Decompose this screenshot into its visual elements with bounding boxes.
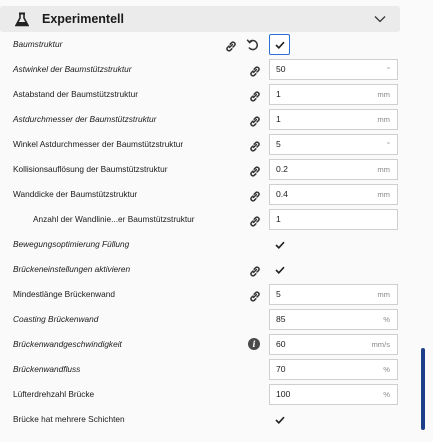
setting-unit: % xyxy=(383,365,390,374)
setting-label: Brückenwandgeschwindigkeit xyxy=(13,339,122,349)
setting-row-4[interactable]: Winkel Astdurchmesser der Baumstützstruk… xyxy=(0,132,405,157)
setting-label: Astwinkel der Baumstützstruktur xyxy=(13,64,132,74)
link-icon[interactable] xyxy=(249,164,261,177)
link-icon[interactable] xyxy=(249,214,261,227)
link-icon[interactable] xyxy=(249,189,261,202)
setting-row-7[interactable]: Anzahl der Wandlinie...er Baumstützstruk… xyxy=(0,207,405,232)
setting-row-1[interactable]: Astwinkel der Baumstützstruktur 50 ° xyxy=(0,57,405,82)
link-icon[interactable] xyxy=(249,264,261,277)
flask-icon xyxy=(15,12,29,27)
setting-label: Winkel Astdurchmesser der Baumstützstruk… xyxy=(13,139,184,149)
setting-row-15[interactable]: Brücke hat mehrere Schichten xyxy=(0,407,405,432)
link-icon[interactable] xyxy=(249,114,261,127)
setting-value: 5 xyxy=(276,139,281,149)
link-icon[interactable] xyxy=(249,64,261,77)
link-icon[interactable] xyxy=(249,289,261,302)
section-header-experimentell[interactable]: Experimentell xyxy=(0,6,400,32)
setting-unit: ° xyxy=(386,140,390,149)
setting-value-field[interactable]: 5 ° xyxy=(269,134,398,155)
setting-unit: mm xyxy=(377,190,390,199)
setting-label: Bewegungsoptimierung Füllung xyxy=(13,239,130,249)
setting-checkbox[interactable] xyxy=(269,259,290,280)
setting-row-8[interactable]: Bewegungsoptimierung Füllung xyxy=(0,232,405,257)
setting-label: Coasting Brückenwand xyxy=(13,314,99,324)
setting-value-field[interactable]: 1 xyxy=(269,209,398,230)
setting-unit: % xyxy=(383,315,390,324)
setting-label: Wanddicke der Baumstützstruktur xyxy=(13,189,138,199)
setting-value: 1 xyxy=(276,214,281,224)
setting-row-2[interactable]: Astabstand der Baumstützstruktur 1 mm xyxy=(0,82,405,107)
setting-unit: mm/s xyxy=(371,340,390,349)
setting-value-field[interactable]: 1 mm xyxy=(269,109,398,130)
setting-value-field[interactable]: 60 mm/s xyxy=(269,334,398,355)
setting-value-field[interactable]: 1 mm xyxy=(269,84,398,105)
chevron-down-icon[interactable] xyxy=(374,15,386,23)
info-icon[interactable]: i xyxy=(248,338,260,350)
setting-row-11[interactable]: Coasting Brückenwand 85% xyxy=(0,307,405,332)
setting-unit: ° xyxy=(386,65,390,74)
setting-value-field[interactable]: 0.4 mm xyxy=(269,184,398,205)
setting-label: Brückenwandfluss xyxy=(13,364,81,374)
setting-label: Anzahl der Wandlinie...er Baumstützstruk… xyxy=(33,214,195,224)
setting-row-6[interactable]: Wanddicke der Baumstützstruktur 0.4 mm xyxy=(0,182,405,207)
setting-label: Baumstruktur xyxy=(13,39,63,49)
setting-value: 60 xyxy=(276,339,286,349)
link-icon[interactable] xyxy=(249,139,261,152)
setting-value: 100 xyxy=(276,389,291,399)
setting-checkbox[interactable] xyxy=(269,234,290,255)
setting-value: 1 xyxy=(276,114,281,124)
setting-label: Astabstand der Baumstützstruktur xyxy=(13,89,138,99)
setting-row-10[interactable]: Mindestlänge Brückenwand 5 mm xyxy=(0,282,405,307)
setting-value-field[interactable]: 100% xyxy=(269,384,398,405)
setting-label: Lüfterdrehzahl Brücke xyxy=(13,389,95,399)
setting-checkbox[interactable] xyxy=(269,409,290,430)
setting-row-13[interactable]: Brückenwandfluss 70% xyxy=(0,357,405,382)
setting-row-14[interactable]: Lüfterdrehzahl Brücke 100% xyxy=(0,382,405,407)
setting-unit: mm xyxy=(377,165,390,174)
setting-label: Mindestlänge Brückenwand xyxy=(13,289,115,299)
scrollbar-thumb[interactable] xyxy=(421,348,425,430)
setting-label: Astdurchmesser der Baumstützstruktur xyxy=(13,114,157,124)
setting-value-field[interactable]: 0.2 mm xyxy=(269,159,398,180)
setting-value: 1 xyxy=(276,89,281,99)
setting-row-3[interactable]: Astdurchmesser der Baumstützstruktur 1 mm xyxy=(0,107,405,132)
setting-row-5[interactable]: Kollisionsauflösung der Baumstützstruktu… xyxy=(0,157,405,182)
link-icon[interactable] xyxy=(225,39,237,52)
setting-value-field[interactable]: 85% xyxy=(269,309,398,330)
setting-label: Brückeneinstellungen aktivieren xyxy=(13,264,131,274)
section-title: Experimentell xyxy=(42,12,124,26)
setting-value: 85 xyxy=(276,314,286,324)
setting-value-field[interactable]: 50 ° xyxy=(269,59,398,80)
setting-label: Brücke hat mehrere Schichten xyxy=(13,414,125,424)
reset-icon[interactable] xyxy=(246,38,259,51)
setting-value: 0.2 xyxy=(276,164,288,174)
setting-unit: mm xyxy=(377,290,390,299)
setting-row-12[interactable]: Brückenwandgeschwindigkeit i 60 mm/s xyxy=(0,332,405,357)
setting-unit: mm xyxy=(377,115,390,124)
setting-value-field[interactable]: 70% xyxy=(269,359,398,380)
setting-label: Kollisionsauflösung der Baumstützstruktu… xyxy=(13,164,168,174)
setting-value: 50 xyxy=(276,64,286,74)
setting-value: 70 xyxy=(276,364,286,374)
setting-checkbox[interactable] xyxy=(269,34,290,55)
link-icon[interactable] xyxy=(249,89,261,102)
setting-row-0[interactable]: Baumstruktur xyxy=(0,32,405,57)
setting-unit: % xyxy=(383,390,390,399)
setting-value: 5 xyxy=(276,289,281,299)
setting-value: 0.4 xyxy=(276,189,288,199)
setting-value-field[interactable]: 5 mm xyxy=(269,284,398,305)
setting-row-9[interactable]: Brückeneinstellungen aktivieren xyxy=(0,257,405,282)
setting-unit: mm xyxy=(377,90,390,99)
